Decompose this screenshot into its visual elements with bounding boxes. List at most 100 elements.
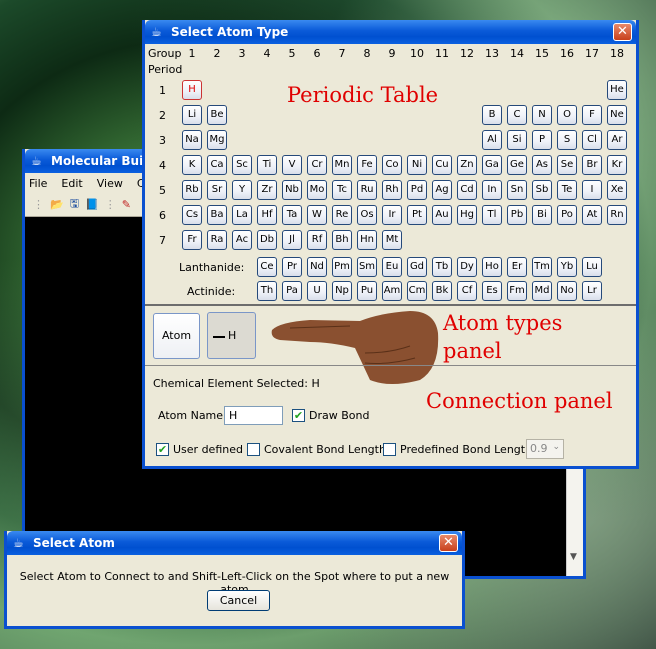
atom-name-input[interactable]: H: [224, 406, 283, 425]
element-button-te[interactable]: Te: [557, 180, 577, 200]
element-button-hf[interactable]: Hf: [257, 205, 277, 225]
element-button-pa[interactable]: Pa: [282, 281, 302, 301]
element-button-ra[interactable]: Ra: [207, 230, 227, 250]
element-button-sr[interactable]: Sr: [207, 180, 227, 200]
element-button-yb[interactable]: Yb: [557, 257, 577, 277]
element-button-f[interactable]: F: [582, 105, 602, 125]
select-atom-type-title-bar[interactable]: ☕ Select Atom Type ✕: [145, 20, 636, 44]
element-button-lu[interactable]: Lu: [582, 257, 602, 277]
element-button-ca[interactable]: Ca: [207, 155, 227, 175]
element-button-mg[interactable]: Mg: [207, 130, 227, 150]
element-button-xe[interactable]: Xe: [607, 180, 627, 200]
element-button-hg[interactable]: Hg: [457, 205, 477, 225]
element-button-in[interactable]: In: [482, 180, 502, 200]
element-button-db[interactable]: Db: [257, 230, 277, 250]
bonded-atom-type-button[interactable]: H: [207, 312, 256, 359]
element-button-md[interactable]: Md: [532, 281, 552, 301]
menu-file[interactable]: File: [29, 177, 47, 190]
element-button-tl[interactable]: Tl: [482, 205, 502, 225]
element-button-i[interactable]: I: [582, 180, 602, 200]
element-button-rn[interactable]: Rn: [607, 205, 627, 225]
element-button-ta[interactable]: Ta: [282, 205, 302, 225]
open-folder-icon[interactable]: 📂: [50, 198, 64, 211]
element-button-ag[interactable]: Ag: [432, 180, 452, 200]
element-button-na[interactable]: Na: [182, 130, 202, 150]
element-button-mt[interactable]: Mt: [382, 230, 402, 250]
scroll-down-icon[interactable]: ▼: [570, 552, 577, 562]
tool-icon[interactable]: ✎: [122, 198, 131, 211]
element-button-pd[interactable]: Pd: [407, 180, 427, 200]
element-button-rh[interactable]: Rh: [382, 180, 402, 200]
element-button-cm[interactable]: Cm: [407, 281, 427, 301]
close-button[interactable]: ✕: [439, 534, 458, 552]
element-button-br[interactable]: Br: [582, 155, 602, 175]
element-button-os[interactable]: Os: [357, 205, 377, 225]
element-button-cd[interactable]: Cd: [457, 180, 477, 200]
element-button-c[interactable]: C: [507, 105, 527, 125]
element-button-y[interactable]: Y: [232, 180, 252, 200]
element-button-ga[interactable]: Ga: [482, 155, 502, 175]
element-button-b[interactable]: B: [482, 105, 502, 125]
element-button-ho[interactable]: Ho: [482, 257, 502, 277]
element-button-as[interactable]: As: [532, 155, 552, 175]
menu-edit[interactable]: Edit: [61, 177, 82, 190]
element-button-po[interactable]: Po: [557, 205, 577, 225]
element-button-no[interactable]: No: [557, 281, 577, 301]
element-button-p[interactable]: P: [532, 130, 552, 150]
element-button-mn[interactable]: Mn: [332, 155, 352, 175]
element-button-la[interactable]: La: [232, 205, 252, 225]
element-button-ne[interactable]: Ne: [607, 105, 627, 125]
element-button-mo[interactable]: Mo: [307, 180, 327, 200]
element-button-sm[interactable]: Sm: [357, 257, 377, 277]
save-icon[interactable]: 🖫: [70, 195, 79, 214]
element-button-he[interactable]: He: [607, 80, 627, 100]
element-button-re[interactable]: Re: [332, 205, 352, 225]
cancel-button[interactable]: Cancel: [207, 590, 270, 611]
user-defined-checkbox[interactable]: ✔: [156, 443, 169, 456]
element-button-v[interactable]: V: [282, 155, 302, 175]
element-button-s[interactable]: S: [557, 130, 577, 150]
element-button-tb[interactable]: Tb: [432, 257, 452, 277]
element-button-pt[interactable]: Pt: [407, 205, 427, 225]
element-button-lr[interactable]: Lr: [582, 281, 602, 301]
select-atom-title-bar[interactable]: ☕ Select Atom ✕: [7, 531, 462, 555]
element-button-au[interactable]: Au: [432, 205, 452, 225]
element-button-se[interactable]: Se: [557, 155, 577, 175]
element-button-kr[interactable]: Kr: [607, 155, 627, 175]
element-button-er[interactable]: Er: [507, 257, 527, 277]
element-button-co[interactable]: Co: [382, 155, 402, 175]
element-button-ru[interactable]: Ru: [357, 180, 377, 200]
element-button-ce[interactable]: Ce: [257, 257, 277, 277]
element-button-u[interactable]: U: [307, 281, 327, 301]
element-button-am[interactable]: Am: [382, 281, 402, 301]
menu-view[interactable]: View: [97, 177, 123, 190]
element-button-np[interactable]: Np: [332, 281, 352, 301]
predefined-bond-select[interactable]: 0.9 ⌄: [526, 439, 564, 459]
element-button-pu[interactable]: Pu: [357, 281, 377, 301]
atom-type-button[interactable]: Atom: [153, 313, 200, 359]
element-button-be[interactable]: Be: [207, 105, 227, 125]
element-button-fe[interactable]: Fe: [357, 155, 377, 175]
element-button-cr[interactable]: Cr: [307, 155, 327, 175]
element-button-pm[interactable]: Pm: [332, 257, 352, 277]
element-button-li[interactable]: Li: [182, 105, 202, 125]
element-button-si[interactable]: Si: [507, 130, 527, 150]
element-button-ac[interactable]: Ac: [232, 230, 252, 250]
element-button-ar[interactable]: Ar: [607, 130, 627, 150]
element-button-nb[interactable]: Nb: [282, 180, 302, 200]
element-button-al[interactable]: Al: [482, 130, 502, 150]
element-button-eu[interactable]: Eu: [382, 257, 402, 277]
element-button-fr[interactable]: Fr: [182, 230, 202, 250]
element-button-cf[interactable]: Cf: [457, 281, 477, 301]
element-button-dy[interactable]: Dy: [457, 257, 477, 277]
element-button-cl[interactable]: Cl: [582, 130, 602, 150]
element-button-th[interactable]: Th: [257, 281, 277, 301]
element-button-pb[interactable]: Pb: [507, 205, 527, 225]
element-button-sb[interactable]: Sb: [532, 180, 552, 200]
element-button-o[interactable]: O: [557, 105, 577, 125]
element-button-hn[interactable]: Hn: [357, 230, 377, 250]
element-button-sc[interactable]: Sc: [232, 155, 252, 175]
element-button-ti[interactable]: Ti: [257, 155, 277, 175]
element-button-pr[interactable]: Pr: [282, 257, 302, 277]
element-button-w[interactable]: W: [307, 205, 327, 225]
